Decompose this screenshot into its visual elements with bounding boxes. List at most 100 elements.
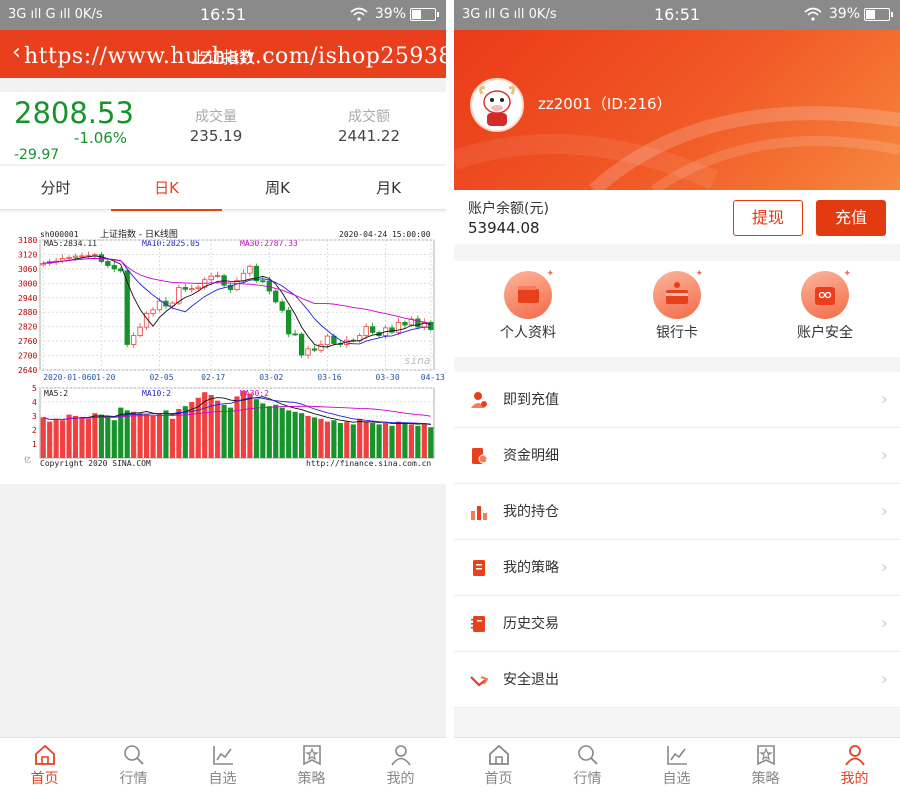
tab-daily-k[interactable]: 日K: [111, 166, 222, 211]
battery-percent: 39%: [828, 6, 860, 22]
volume-bar: [47, 421, 53, 458]
volume-bar: [92, 413, 98, 458]
volume-tick: 2: [32, 426, 37, 435]
tab-watchlist[interactable]: 自选: [632, 738, 721, 793]
tab-label: 首页: [30, 771, 59, 787]
volume-bar: [137, 413, 143, 458]
candle-body: [279, 301, 285, 311]
menu-label: 历史交易: [503, 616, 559, 632]
candle-body: [130, 335, 137, 345]
menu-item-trade-history[interactable]: 历史交易 ›: [454, 596, 900, 652]
bank-card-icon: ✦: [653, 269, 703, 319]
time-tick: 02-05: [149, 373, 173, 382]
shortcut-profile[interactable]: ✦ 个人资料: [468, 269, 588, 342]
tab-home[interactable]: 首页: [0, 738, 89, 793]
menu-item-logout[interactable]: 安全退出 ›: [454, 652, 900, 708]
watermark-text: https://www.huzhan.com/ishop25938: [24, 44, 446, 69]
volume-bar: [421, 423, 427, 458]
volume-bar: [98, 414, 104, 458]
volume-bar: [111, 420, 117, 458]
tab-label: 我的: [840, 771, 869, 787]
tab-market[interactable]: 行情: [89, 738, 178, 793]
menu-label: 我的策略: [503, 560, 559, 576]
time-tick: 2020-01-06: [43, 373, 91, 382]
shortcut-bank-card[interactable]: ✦ 银行卡: [617, 269, 737, 342]
tab-intraday[interactable]: 分时: [0, 166, 111, 210]
user-coin-icon: [471, 392, 487, 408]
menu-item-instant-recharge[interactable]: 即到充值 ›: [454, 372, 900, 428]
volume-bar: [169, 418, 175, 458]
volume-bar: [66, 414, 72, 458]
shortcut-security[interactable]: ✦ 账户安全: [765, 269, 885, 342]
volume-bar: [234, 396, 240, 458]
candle-body: [415, 318, 421, 328]
volume-bar: [85, 418, 92, 458]
volume-bar: [402, 423, 408, 458]
volume-bar: [182, 406, 188, 458]
withdraw-button[interactable]: 提现: [733, 200, 803, 236]
candle-body: [111, 265, 117, 270]
candle-body: [79, 255, 85, 258]
candle-body: [324, 335, 331, 346]
tab-watchlist[interactable]: 自选: [178, 738, 267, 793]
user-icon: [844, 745, 865, 766]
tab-label: 自选: [208, 771, 237, 787]
menu-item-fund-details[interactable]: 资金明细 ›: [454, 428, 900, 484]
volume-stat: 成交量 235.19: [156, 106, 276, 145]
candle-body: [305, 348, 311, 356]
volume-bar: [79, 417, 85, 458]
kline-chart: sh000001 上证指数 - 日K线图 2020-04-24 15:00:00…: [0, 212, 446, 484]
volume-bar: [156, 413, 163, 458]
chart-tabs: 分时 日K 周K 月K: [0, 166, 446, 211]
tab-monthly-k[interactable]: 月K: [333, 166, 444, 210]
chart-line-icon: [666, 746, 687, 765]
candle-body: [369, 326, 376, 333]
candle-body: [72, 255, 79, 258]
account-menu: 即到充值 › 资金明细 › 我的持仓 › 我的策略 › 历史交易 › 安全退出 …: [454, 372, 900, 708]
menu-label: 资金明细: [503, 448, 559, 464]
logout-icon: [470, 676, 488, 687]
index-change-percent: -1.06%: [74, 129, 128, 147]
candle-body: [105, 261, 111, 266]
balance-panel: 账户余额(元) 53944.08 提现 充值: [454, 190, 900, 244]
candle-body: [402, 321, 408, 326]
time-tick: 03-02: [259, 373, 283, 382]
tab-strategy[interactable]: 策略: [721, 738, 810, 793]
home-icon: [34, 744, 55, 765]
tab-mine[interactable]: 我的: [356, 738, 445, 793]
index-price: 2808.53: [14, 96, 134, 130]
chart-copyright: Copyright 2020 SINA.COM: [40, 459, 151, 468]
price-tick: 2640: [18, 366, 37, 375]
status-bar: 3G ıll G ıll 0K/s 16:51 39%: [454, 0, 900, 30]
tab-mine[interactable]: 我的: [810, 738, 899, 793]
volume-bar: [124, 410, 130, 458]
avatar[interactable]: [470, 78, 524, 132]
volume-bar: [415, 425, 421, 458]
time-tick: 02-17: [201, 373, 225, 382]
shortcut-label: 账户安全: [797, 325, 853, 341]
recharge-button[interactable]: 充值: [816, 200, 886, 236]
menu-item-positions[interactable]: 我的持仓 ›: [454, 484, 900, 540]
vol-ma5-label: MA5:2: [44, 389, 68, 398]
candle-body: [240, 272, 247, 282]
volume-bar: [350, 424, 356, 458]
candle-body: [150, 309, 156, 314]
menu-item-strategies[interactable]: 我的策略 ›: [454, 540, 900, 596]
price-tick: 2940: [18, 294, 37, 303]
quote-panel: 2808.53 -1.06% -29.97 成交量 235.19 成交额 244…: [0, 92, 446, 164]
tab-strategy[interactable]: 策略: [267, 738, 356, 793]
volume-bar: [299, 413, 305, 458]
tab-market[interactable]: 行情: [543, 738, 632, 793]
candle-body: [260, 280, 266, 283]
price-tick: 2880: [18, 308, 37, 317]
tab-home[interactable]: 首页: [454, 738, 543, 793]
tab-label: 行情: [119, 771, 148, 787]
time-tick: 03-16: [317, 373, 341, 382]
tab-weekly-k[interactable]: 周K: [222, 166, 333, 210]
candle-body: [292, 333, 298, 336]
user-name: zz2001（ID:216）: [538, 95, 672, 113]
price-tick: 2700: [18, 352, 37, 361]
volume-bar: [240, 390, 247, 458]
balance-value: 53944.08: [468, 219, 540, 237]
vol-ma10-label: MA10:2: [142, 389, 171, 398]
